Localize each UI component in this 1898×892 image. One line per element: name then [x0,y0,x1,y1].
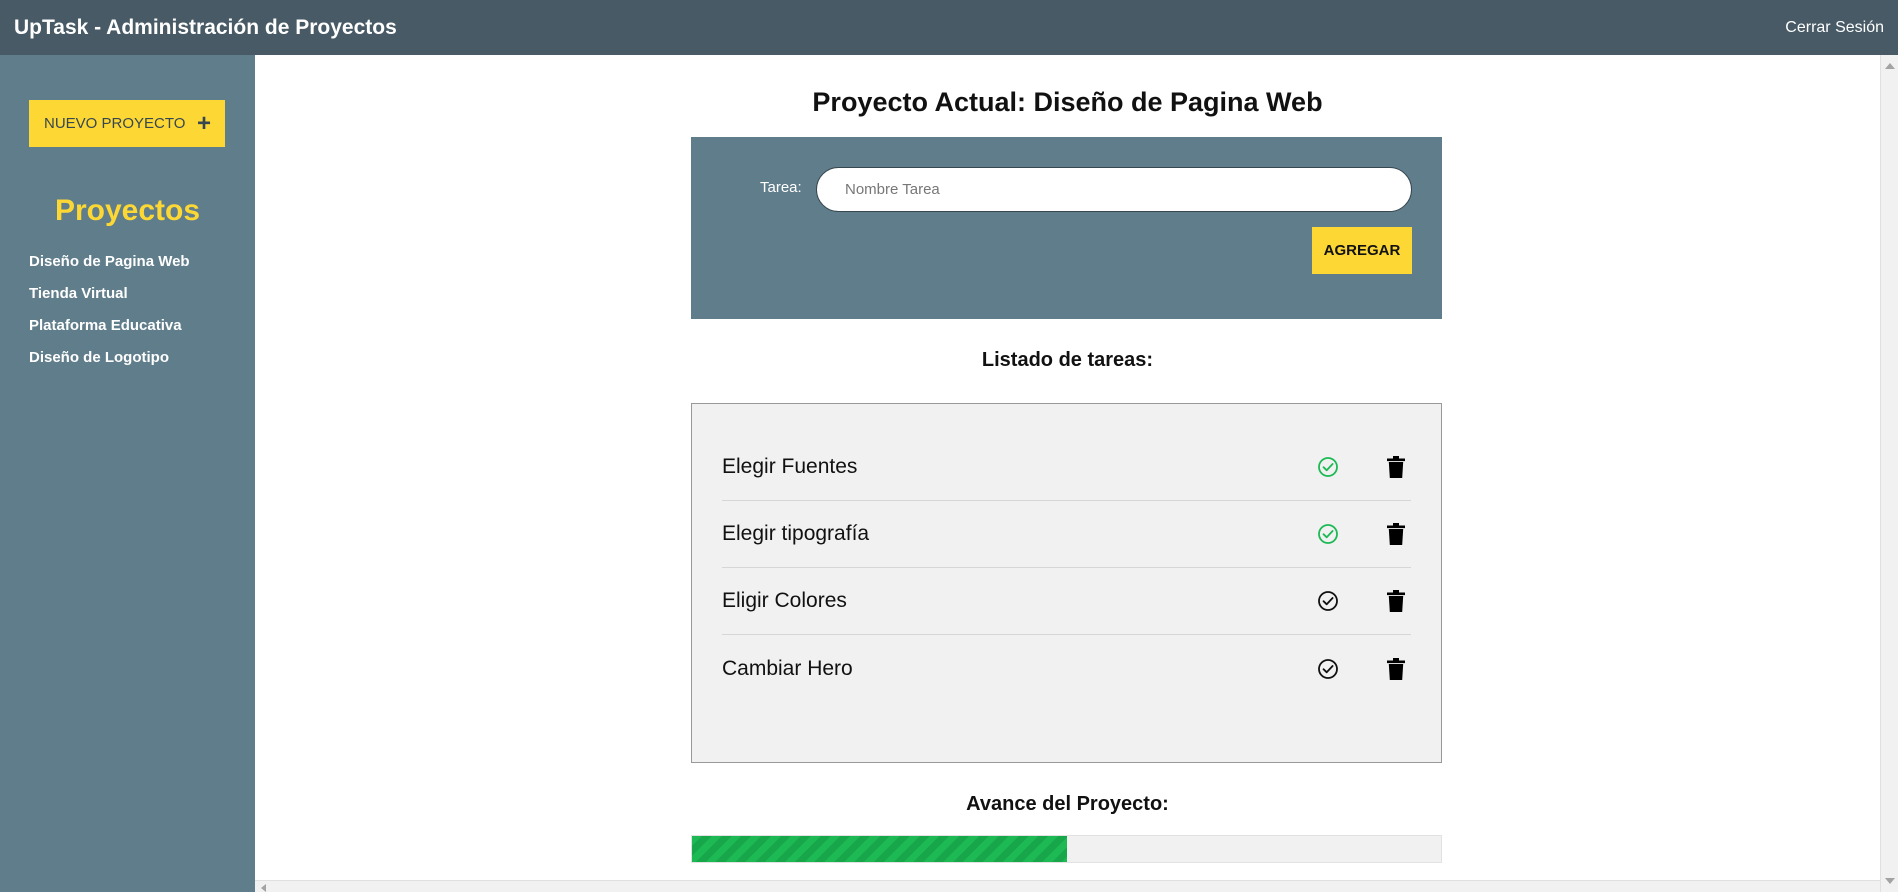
vertical-scrollbar[interactable] [1880,55,1898,892]
task-name: Eligir Colores [722,589,847,612]
plus-icon: + [196,109,211,137]
task-row: Elegir Fuentes [722,434,1411,501]
horizontal-scrollbar[interactable] [255,880,1880,892]
project-list: Diseño de Pagina Web Tienda Virtual Plat… [29,246,226,374]
task-row: Eligir Colores [722,568,1411,635]
task-row: Elegir tipografía [722,501,1411,568]
trash-icon[interactable] [1383,454,1409,480]
scroll-up-arrow-icon[interactable] [1885,63,1895,69]
complete-check-icon[interactable] [1315,588,1341,614]
app-title: UpTask - Administración de Proyectos [14,15,397,39]
trash-icon[interactable] [1383,521,1409,547]
add-task-form: Tarea: AGREGAR [691,137,1442,319]
project-link-diseno-logotipo[interactable]: Diseño de Logotipo [29,342,226,374]
trash-icon[interactable] [1383,656,1409,682]
page-title: Proyecto Actual: Diseño de Pagina Web [255,87,1880,118]
trash-icon[interactable] [1383,588,1409,614]
project-link-tienda-virtual[interactable]: Tienda Virtual [29,278,226,310]
task-name: Elegir tipografía [722,522,870,545]
complete-check-icon[interactable] [1315,454,1341,480]
progress-heading: Avance del Proyecto: [966,793,1169,815]
project-link-plataforma-educativa[interactable]: Plataforma Educativa [29,310,226,342]
task-list: Elegir Fuentes Elegir tipografía Eligir … [691,403,1442,763]
task-name: Elegir Fuentes [722,455,858,478]
tasks-heading: Listado de tareas: [981,349,1154,371]
task-row: Cambiar Hero [722,635,1411,702]
current-project-name: Diseño de Pagina Web [1033,87,1323,117]
project-link-diseno-web[interactable]: Diseño de Pagina Web [29,246,226,278]
scroll-down-arrow-icon[interactable] [1885,878,1895,884]
complete-check-icon[interactable] [1315,521,1341,547]
sidebar: NUEVO PROYECTO + Proyectos Diseño de Pag… [0,55,255,892]
task-name: Cambiar Hero [722,656,853,680]
complete-check-icon[interactable] [1315,656,1341,682]
add-task-button[interactable]: AGREGAR [1312,227,1412,274]
new-project-button[interactable]: NUEVO PROYECTO + [29,100,225,147]
task-name-input[interactable] [816,167,1412,212]
project-progress-bar [691,835,1442,863]
projects-title: Proyectos [54,194,201,227]
logout-link[interactable]: Cerrar Sesión [1785,19,1884,37]
progress-fill [692,836,1067,862]
top-navbar: UpTask - Administración de Proyectos Cer… [0,0,1898,55]
scroll-left-arrow-icon[interactable] [261,884,266,892]
task-label: Tarea: [760,179,802,196]
new-project-label: NUEVO PROYECTO [44,115,186,132]
current-project-label: Proyecto Actual: [812,87,1026,117]
main-content: Proyecto Actual: Diseño de Pagina Web Ta… [255,55,1880,880]
